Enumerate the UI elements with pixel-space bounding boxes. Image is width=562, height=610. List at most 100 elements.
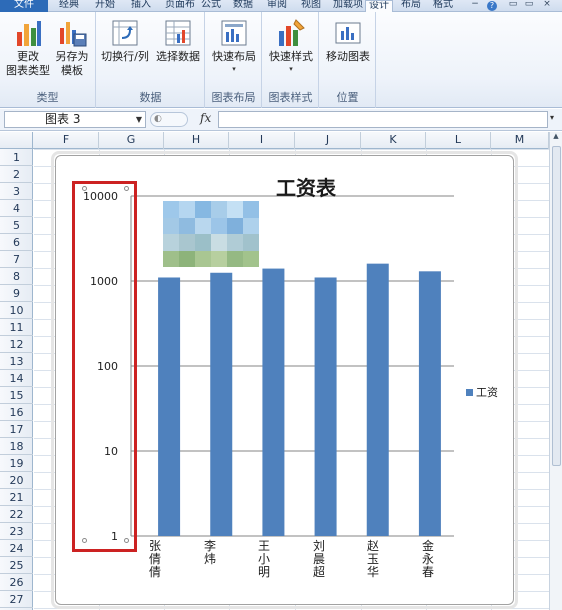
tab-chart-layout[interactable]: 布局: [398, 0, 424, 12]
scroll-up-icon[interactable]: ▲: [550, 132, 562, 145]
axis-selection-handle[interactable]: [82, 186, 87, 191]
blur-tile: [195, 234, 211, 251]
row-header[interactable]: 18: [0, 438, 33, 455]
row-header[interactable]: 24: [0, 540, 33, 557]
quick-layout-label: 快速布局: [212, 50, 256, 63]
formula-bar-resize-handle[interactable]: ◐: [150, 112, 188, 127]
help-icon[interactable]: ?: [487, 1, 497, 11]
row-header[interactable]: 10: [0, 302, 33, 319]
row-header[interactable]: 17: [0, 421, 33, 438]
row-header[interactable]: 21: [0, 489, 33, 506]
quick-layout-button[interactable]: 快速布局 ▾: [209, 18, 259, 74]
select-data-icon: [165, 20, 191, 46]
row-header[interactable]: 23: [0, 523, 33, 540]
tab-insert[interactable]: 插入: [128, 0, 154, 12]
column-header-k[interactable]: K: [361, 132, 426, 149]
name-box[interactable]: 图表 3 ▼: [4, 111, 146, 128]
formula-input[interactable]: [218, 111, 548, 128]
row-header[interactable]: 4: [0, 200, 33, 217]
row-header[interactable]: 6: [0, 234, 33, 251]
axis-selection-handle[interactable]: [124, 186, 129, 191]
blur-tile: [179, 234, 195, 251]
row-header[interactable]: 22: [0, 506, 33, 523]
change-chart-type-label: 更改 图表类型: [6, 50, 50, 77]
tab-addins[interactable]: 加载项: [330, 0, 366, 12]
quick-style-button[interactable]: 快速样式 ▾: [266, 18, 316, 74]
bar-4[interactable]: [366, 263, 389, 536]
column-header-g[interactable]: G: [99, 132, 164, 149]
column-header-f[interactable]: F: [34, 132, 99, 149]
axis-selection-handle[interactable]: [124, 538, 129, 543]
vertical-scrollbar[interactable]: ▲: [549, 132, 562, 610]
row-header[interactable]: 19: [0, 455, 33, 472]
group-location: 移动图表 位置: [320, 12, 376, 108]
blur-tile: [179, 250, 195, 267]
row-header[interactable]: 27: [0, 591, 33, 608]
save-as-template-button[interactable]: 另存为 模板: [50, 18, 94, 78]
ribbon-tab-bar: 文件 经典 开始 插入 页面布 公式 数据 审阅 视图 加载项 设计 布局 格式…: [0, 0, 562, 13]
row-header[interactable]: 2: [0, 166, 33, 183]
row-header[interactable]: 5: [0, 217, 33, 234]
tab-view[interactable]: 视图: [298, 0, 324, 12]
select-all-corner[interactable]: [0, 132, 33, 149]
row-header[interactable]: 3: [0, 183, 33, 200]
tab-format[interactable]: 格式: [430, 0, 456, 12]
switch-row-column-button[interactable]: 切换行/列: [99, 18, 151, 64]
row-header[interactable]: 1: [0, 149, 33, 166]
axis-selection-handle[interactable]: [82, 538, 87, 543]
x-tick-label: 李 炜: [203, 539, 216, 566]
row-header[interactable]: 9: [0, 285, 33, 302]
bar-3[interactable]: [314, 277, 337, 536]
bar-2[interactable]: [262, 268, 285, 536]
tab-home[interactable]: 开始: [92, 0, 118, 12]
chart-area[interactable]: 工资表 10000 1000 100 10 1 张 倩 倩 李 炜 王 小 明 …: [55, 155, 514, 605]
bar-1[interactable]: [210, 272, 233, 536]
quick-layout-icon: [221, 20, 247, 46]
bar-5[interactable]: [418, 271, 441, 536]
tab-data[interactable]: 数据: [230, 0, 256, 12]
chart-title[interactable]: 工资表: [246, 172, 366, 201]
column-header-h[interactable]: H: [164, 132, 229, 149]
pixelated-image-overlay: [163, 201, 259, 267]
chart-legend[interactable]: 工资: [466, 384, 498, 400]
tab-formulas[interactable]: 公式: [198, 0, 224, 12]
excel-window: 文件 经典 开始 插入 页面布 公式 数据 审阅 视图 加载项 设计 布局 格式…: [0, 0, 562, 610]
change-chart-type-button[interactable]: 更改 图表类型: [4, 18, 52, 78]
row-header[interactable]: 25: [0, 557, 33, 574]
row-header[interactable]: 15: [0, 387, 33, 404]
insert-function-icon[interactable]: fx: [200, 111, 211, 125]
column-header-l[interactable]: L: [426, 132, 491, 149]
switch-row-column-icon: [112, 20, 138, 46]
column-header-j[interactable]: J: [295, 132, 361, 149]
row-header[interactable]: 7: [0, 251, 33, 268]
blur-tile: [163, 217, 179, 234]
scrollbar-thumb[interactable]: [552, 146, 561, 466]
close-icon[interactable]: ×: [540, 0, 554, 11]
legend-swatch: [466, 389, 473, 396]
row-header[interactable]: 20: [0, 472, 33, 489]
row-header[interactable]: 13: [0, 353, 33, 370]
row-header[interactable]: 14: [0, 370, 33, 387]
name-box-dropdown-icon[interactable]: ▼: [136, 112, 142, 127]
group-chart-layout: 快速布局 ▾ 图表布局: [206, 12, 262, 108]
restore-down-icon[interactable]: ▭: [522, 0, 536, 11]
x-tick-label: 刘 晨 超: [312, 539, 325, 579]
select-data-button[interactable]: 选择数据: [153, 18, 203, 64]
column-header-i[interactable]: I: [229, 132, 295, 149]
tab-review[interactable]: 审阅: [264, 0, 290, 12]
expand-formula-bar-icon[interactable]: ▾: [550, 113, 554, 122]
row-header[interactable]: 12: [0, 336, 33, 353]
move-chart-button[interactable]: 移动图表: [323, 18, 373, 64]
blur-tile: [163, 234, 179, 251]
tab-page-layout[interactable]: 页面布: [162, 0, 198, 12]
row-header[interactable]: 11: [0, 319, 33, 336]
tab-classic[interactable]: 经典: [56, 0, 82, 12]
row-header[interactable]: 26: [0, 574, 33, 591]
row-header[interactable]: 16: [0, 404, 33, 421]
bar-0[interactable]: [158, 277, 181, 536]
column-header-m[interactable]: M: [491, 132, 549, 149]
row-header[interactable]: 8: [0, 268, 33, 285]
minimize-ribbon-icon[interactable]: −: [468, 0, 482, 11]
restore-icon[interactable]: ▭: [506, 0, 520, 11]
tab-file[interactable]: 文件: [0, 0, 48, 12]
